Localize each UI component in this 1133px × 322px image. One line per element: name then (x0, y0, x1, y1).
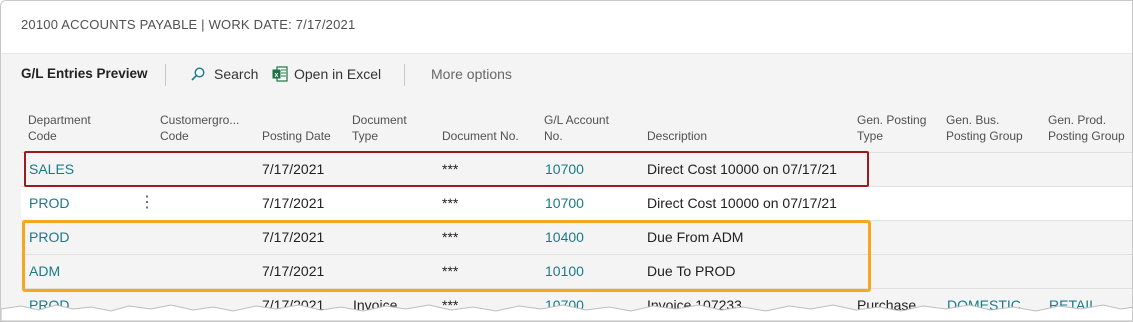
cell-posting-date: 7/17/2021 (262, 195, 325, 211)
header-line: Posting Group (946, 129, 1023, 143)
header-line: Type (857, 129, 884, 143)
excel-icon[interactable]: x (272, 66, 288, 82)
header-line: No. (544, 129, 563, 143)
header-line: Document No. (442, 129, 519, 143)
highlight-box-red (24, 151, 869, 187)
column-header-document-type[interactable]: Document Type (352, 112, 407, 144)
torn-edge (1, 304, 1132, 321)
header-line: G/L Account (544, 113, 609, 127)
search-button[interactable]: Search (214, 66, 258, 82)
column-header-customergroup-code[interactable]: Customergro... Code (160, 112, 239, 144)
header-line: Posting Group (1048, 129, 1125, 143)
header-line (647, 112, 707, 128)
app-window: 20100 ACCOUNTS PAYABLE | WORK DATE: 7/17… (0, 0, 1133, 322)
column-header-document-no[interactable]: Document No. (442, 112, 519, 144)
header-line: Department (28, 113, 91, 127)
column-header-posting-date[interactable]: Posting Date (262, 112, 331, 144)
column-header-gl-account-no[interactable]: G/L Account No. (544, 112, 609, 144)
header-line: Gen. Bus. (946, 113, 1000, 127)
column-header-gen-prod-posting-group[interactable]: Gen. Prod. Posting Group (1048, 112, 1125, 144)
column-header-department-code[interactable]: Department Code (28, 112, 91, 144)
header-line (442, 112, 519, 128)
header-line: Type (352, 129, 379, 143)
action-bar: G/L Entries Preview Search x Open in Exc… (1, 54, 1132, 94)
highlight-box-orange (22, 220, 871, 292)
header-line: Code (160, 129, 189, 143)
header-line: Gen. Posting (857, 113, 927, 127)
column-header-gen-bus-posting-group[interactable]: Gen. Bus. Posting Group (946, 112, 1023, 144)
header-line (262, 112, 331, 128)
column-header-gen-posting-type[interactable]: Gen. Posting Type (857, 112, 926, 144)
cell-document-no: *** (442, 195, 459, 211)
title-bar: 20100 ACCOUNTS PAYABLE | WORK DATE: 7/17… (1, 1, 1132, 54)
header-line: Gen. Prod. (1048, 113, 1107, 127)
header-line: Customergro... (160, 113, 240, 127)
row-actions-ellipsis-icon[interactable]: ⋮ (139, 192, 155, 212)
cell-gl-account-no[interactable]: 10700 (545, 195, 584, 211)
svg-text:x: x (275, 72, 279, 79)
open-in-excel-button[interactable]: Open in Excel (294, 66, 381, 82)
search-icon[interactable] (191, 67, 205, 81)
page-name-tab[interactable]: G/L Entries Preview (21, 66, 148, 81)
header-line: Code (28, 129, 57, 143)
cell-department-code[interactable]: PROD (29, 195, 69, 211)
header-line: Document (352, 113, 407, 127)
header-line: Posting Date (262, 129, 331, 143)
more-options-button[interactable]: More options (431, 66, 512, 82)
page-title: 20100 ACCOUNTS PAYABLE | WORK DATE: 7/17… (21, 17, 356, 32)
column-header-description[interactable]: Description (647, 112, 707, 144)
cell-description: Direct Cost 10000 on 07/17/21 (647, 195, 837, 211)
header-line: Description (647, 129, 708, 143)
toolbar-divider (404, 64, 405, 86)
toolbar-divider (165, 64, 166, 86)
table-row[interactable]: PROD ⋮ 7/17/2021 *** 10700 Direct Cost 1… (21, 186, 1132, 220)
